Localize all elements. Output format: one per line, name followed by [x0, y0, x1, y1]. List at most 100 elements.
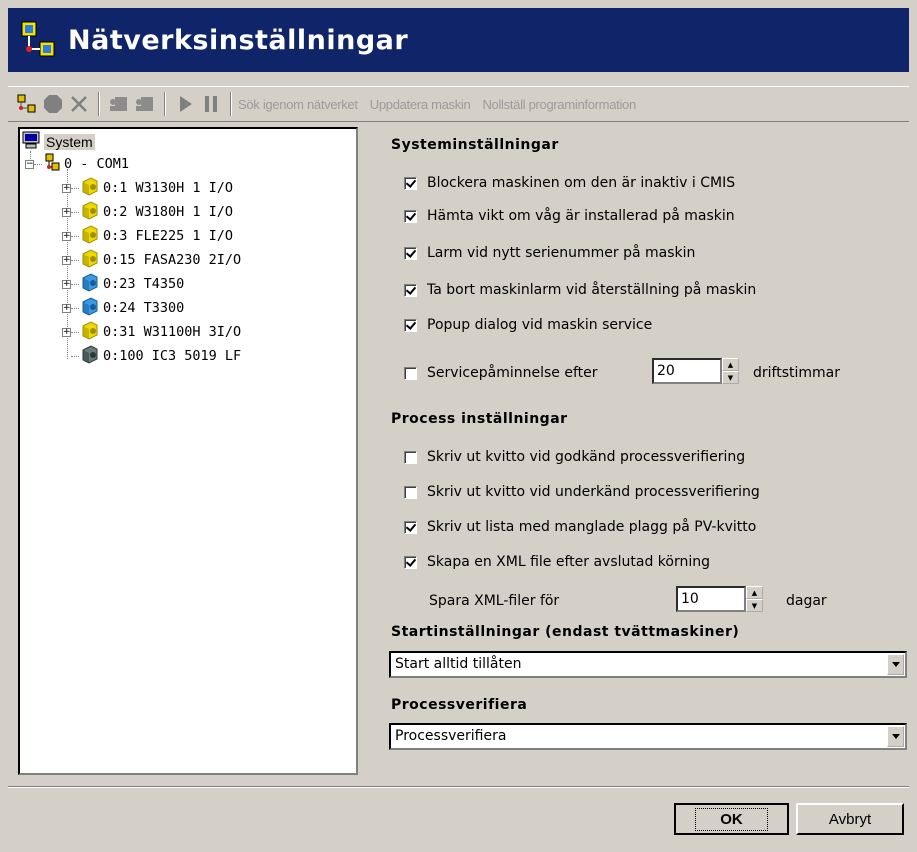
spin-down-icon[interactable]: ▼ — [746, 599, 763, 612]
tree-port-com1[interactable]: − 0 - COM1 — [25, 153, 129, 175]
option-label: Servicepåminnelse efter — [427, 365, 598, 381]
chevron-down-icon[interactable] — [887, 654, 904, 675]
play-icon[interactable] — [174, 93, 196, 115]
tree-machine-item[interactable]: +0:15 FASA230 2I/O — [62, 249, 241, 271]
yellow-machine-icon — [79, 320, 99, 344]
option-service-reminder[interactable]: Servicepåminnelse efter — [404, 365, 598, 381]
blue-machine-icon — [79, 272, 99, 296]
title-bar: Nätverksinställningar — [8, 8, 909, 72]
ok-button[interactable]: OK — [674, 803, 789, 835]
yellow-machine-icon — [79, 176, 99, 200]
process-settings-heading: Process inställningar — [391, 411, 568, 427]
tree-machine-item[interactable]: +0:3 FLE225 1 I/O — [62, 225, 233, 247]
option-label: Popup dialog vid maskin service — [427, 317, 653, 333]
scan-network-link[interactable]: Sök igenom nätverket — [238, 97, 358, 112]
tree-machine-item[interactable]: 0:100 IC3 5019 LF — [62, 345, 241, 367]
service-hours-input[interactable]: 20 — [652, 358, 722, 384]
option-label: Ta bort maskinlarm vid återställning på … — [427, 282, 757, 298]
option-print-rejected[interactable]: Skriv ut kvitto vid underkänd processver… — [404, 484, 760, 500]
option-label: Skapa en XML file efter avslutad körning — [427, 554, 711, 570]
toolbar-separator — [98, 92, 100, 116]
checkbox[interactable] — [404, 366, 417, 380]
xml-keep-label: Spara XML-filer för — [429, 593, 560, 609]
tree-root-system[interactable]: System — [22, 131, 95, 153]
tree-machine-item[interactable]: +0:2 W3180H 1 I/O — [62, 201, 233, 223]
option-popup-service[interactable]: Popup dialog vid maskin service — [404, 317, 652, 333]
tree-machine-item[interactable]: +0:24 T3300 — [62, 297, 184, 319]
option-label: Larm vid nytt serienummer på maskin — [427, 245, 696, 261]
service-hours-unit: driftstimmar — [753, 365, 840, 381]
footer-divider — [8, 786, 909, 788]
system-settings-heading: Systeminställningar — [391, 137, 559, 153]
expand-icon[interactable]: + — [62, 255, 71, 265]
checkbox[interactable] — [404, 209, 417, 223]
tree-machine-label: 0:1 W3130H 1 I/O — [103, 180, 234, 196]
spin-down-icon[interactable]: ▼ — [722, 371, 739, 384]
tree-machine-label: 0:3 FLE225 1 I/O — [103, 228, 234, 244]
expand-icon[interactable]: + — [62, 231, 71, 241]
option-create-xml[interactable]: Skapa en XML file efter avslutad körning — [404, 554, 710, 570]
yellow-machine-icon — [79, 200, 99, 224]
process-verify-select[interactable]: Processverifiera — [389, 723, 907, 750]
ok-label: OK — [695, 807, 768, 831]
delete-icon[interactable] — [68, 93, 90, 115]
service-hours-stepper[interactable]: 20 ▲ ▼ — [652, 358, 739, 384]
spin-up-icon[interactable]: ▲ — [722, 358, 739, 371]
grey-machine-icon — [79, 344, 99, 368]
network-icon[interactable] — [16, 93, 38, 115]
tree-machine-label: 0:100 IC3 5019 LF — [103, 348, 242, 364]
option-label: Hämta vikt om våg är installerad på mask… — [427, 208, 735, 224]
option-print-approved[interactable]: Skriv ut kvitto vid godkänd processverif… — [404, 449, 745, 465]
machine-remove-icon[interactable] — [134, 93, 156, 115]
checkbox[interactable] — [404, 485, 417, 499]
option-print-missing[interactable]: Skriv ut lista med manglade plagg på PV-… — [404, 519, 756, 535]
checkbox[interactable] — [404, 176, 417, 190]
start-settings-select[interactable]: Start alltid tillåten — [389, 651, 907, 678]
yellow-machine-icon — [79, 224, 99, 248]
option-fetch-weight[interactable]: Hämta vikt om våg är installerad på mask… — [404, 208, 735, 224]
computer-icon — [22, 131, 40, 153]
toolbar-separator — [164, 92, 166, 116]
expand-icon[interactable]: + — [62, 183, 71, 193]
checkbox[interactable] — [404, 283, 417, 297]
network-tree[interactable]: System − 0 - COM1 +0:1 W3130H 1 I/O +0:2 … — [18, 127, 358, 775]
checkbox[interactable] — [404, 318, 417, 332]
toolbar-separator — [230, 92, 232, 116]
chevron-down-icon[interactable] — [887, 726, 904, 747]
expand-icon[interactable]: + — [62, 327, 71, 337]
xml-days-stepper[interactable]: 10 ▲ ▼ — [676, 586, 763, 612]
tree-machine-label: 0:15 FASA230 2I/O — [103, 252, 242, 268]
tree-machine-item[interactable]: +0:31 W31100H 3I/O — [62, 321, 241, 343]
process-verify-heading: Processverifiera — [391, 697, 528, 713]
yellow-machine-icon — [79, 248, 99, 272]
reset-program-info-link[interactable]: Nollställ programinformation — [482, 97, 636, 112]
spin-up-icon[interactable]: ▲ — [746, 586, 763, 599]
process-verify-value: Processverifiera — [395, 728, 507, 744]
update-machine-link[interactable]: Uppdatera maskin — [370, 97, 471, 112]
option-label: Skriv ut lista med manglade plagg på PV-… — [427, 519, 757, 535]
expand-icon[interactable]: + — [62, 279, 71, 289]
checkbox[interactable] — [404, 246, 417, 260]
cancel-button[interactable]: Avbryt — [796, 803, 904, 835]
option-block-inactive[interactable]: Blockera maskinen om den är inaktiv i CM… — [404, 175, 735, 191]
checkbox[interactable] — [404, 450, 417, 464]
option-remove-alarm[interactable]: Ta bort maskinlarm vid återställning på … — [404, 282, 756, 298]
xml-days-input[interactable]: 10 — [676, 586, 746, 612]
tree-root-label: System — [44, 134, 95, 150]
pause-icon[interactable] — [200, 93, 222, 115]
xml-days-unit: dagar — [786, 593, 827, 609]
stop-icon[interactable] — [42, 93, 64, 115]
expand-icon[interactable]: + — [62, 207, 71, 217]
checkbox[interactable] — [404, 555, 417, 569]
option-alarm-serial[interactable]: Larm vid nytt serienummer på maskin — [404, 245, 695, 261]
tree-machine-item[interactable]: +0:23 T4350 — [62, 273, 184, 295]
checkbox[interactable] — [404, 520, 417, 534]
expand-icon[interactable]: + — [62, 303, 71, 313]
start-settings-heading: Startinställningar (endast tvättmaskiner… — [391, 624, 740, 640]
start-settings-value: Start alltid tillåten — [395, 656, 522, 672]
tree-machine-item[interactable]: +0:1 W3130H 1 I/O — [62, 177, 233, 199]
collapse-icon[interactable]: − — [25, 159, 34, 169]
option-label: Skriv ut kvitto vid underkänd processver… — [427, 484, 760, 500]
option-label: Skriv ut kvitto vid godkänd processverif… — [427, 449, 746, 465]
machine-add-icon[interactable] — [108, 93, 130, 115]
